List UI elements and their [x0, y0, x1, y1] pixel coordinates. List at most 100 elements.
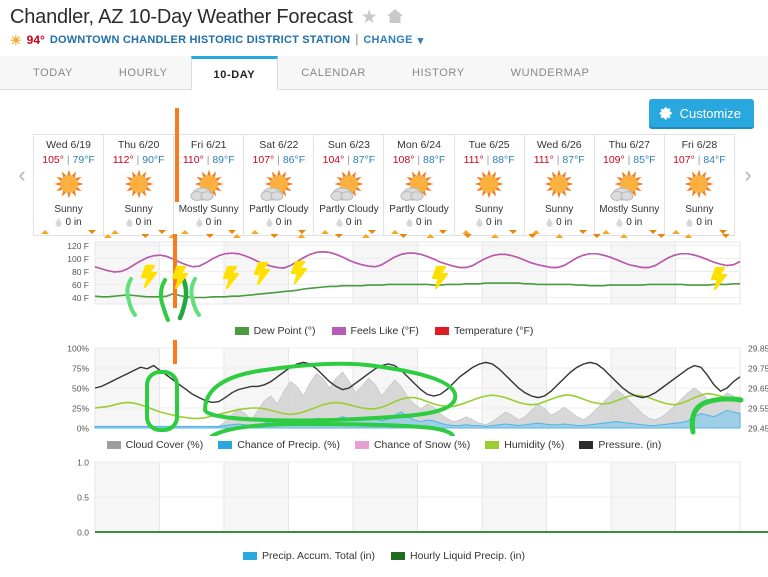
- legend-label: Humidity (%): [504, 439, 565, 451]
- temperature-chart-svg: 40 F 60 F 80 F 100 F 120 F: [67, 234, 741, 322]
- legend-item-feels-like[interactable]: Feels Like (°F): [331, 325, 419, 337]
- legend-item-cloud-cover[interactable]: Cloud Cover (%): [106, 439, 204, 451]
- tab-today[interactable]: TODAY: [10, 56, 96, 89]
- tab-history[interactable]: HISTORY: [389, 56, 488, 89]
- legend-item-precip-accum-total[interactable]: Precip. Accum. Total (in): [243, 550, 375, 562]
- change-station-link[interactable]: CHANGE: [363, 34, 412, 46]
- home-icon[interactable]: [386, 8, 404, 27]
- y-axis-tick-label: 25%: [72, 404, 89, 414]
- forecast-day-low: 79°F: [72, 154, 95, 166]
- legend-label: Chance of Snow (%): [373, 439, 471, 451]
- station-name[interactable]: DOWNTOWN CHANDLER HISTORIC DISTRICT STAT…: [50, 34, 351, 46]
- forecast-day-temps: 107° | 84°F: [673, 154, 726, 166]
- tab-label: 10-DAY: [213, 68, 256, 81]
- y-axis-tick-label: 0.5: [77, 493, 89, 503]
- star-icon[interactable]: ★: [361, 8, 378, 27]
- prev-days-arrow[interactable]: ‹: [10, 164, 34, 186]
- forecast-day-condition-icon: [540, 167, 578, 205]
- next-days-arrow[interactable]: ›: [736, 164, 760, 186]
- legend-item-pressure[interactable]: Pressure. (in): [579, 439, 661, 451]
- forecast-day-condition: Mostly Sunny: [178, 204, 239, 215]
- legend-item-chance-of-snow[interactable]: Chance of Snow (%): [354, 439, 471, 451]
- y-axis-tick-label: 0.0: [77, 528, 89, 538]
- raindrop-icon: [616, 218, 623, 227]
- forecast-day-precip-value: 0 in: [345, 217, 362, 228]
- legend-item-temperature[interactable]: Temperature (°F): [434, 325, 534, 337]
- y2-axis-tick-label: 29.85: [748, 344, 768, 354]
- forecast-day-high: 107°: [252, 154, 275, 166]
- chevron-down-icon[interactable]: ▾: [418, 34, 424, 47]
- forecast-day-condition: Sunny: [474, 204, 504, 215]
- legend-item-humidity[interactable]: Humidity (%): [485, 439, 564, 451]
- forecast-day-card[interactable]: Sun 6/23 104° | 87°F Partly Cloudy 0 in: [314, 135, 385, 235]
- customize-button[interactable]: Customize: [648, 99, 754, 127]
- humidity-pressure-chart-svg: 0% 25% 50% 75% 100% 29.45 29.55 29.65 29.75 29.85: [67, 340, 768, 436]
- forecast-day-date: Fri 6/28: [681, 139, 718, 151]
- forecast-day-precip-value: 0 in: [696, 217, 713, 228]
- legend-swatch: [331, 327, 346, 335]
- forecast-day-card[interactable]: Thu 6/27 109° | 85°F Mostly Sunny 0 in: [594, 135, 665, 235]
- forecast-day-card[interactable]: Sat 6/22 107° | 86°F Partly Cloudy 0 in: [244, 135, 315, 235]
- forecast-day-date: Wed 6/19: [46, 139, 91, 151]
- forecast-day-separator: |: [344, 154, 353, 166]
- forecast-day-condition: Mostly Sunny: [599, 204, 660, 215]
- raindrop-icon: [686, 218, 693, 227]
- forecast-day-precip: 0 in: [336, 217, 362, 228]
- cloud-sun-icon: [330, 169, 364, 201]
- tab-10-day[interactable]: 10-DAY: [190, 56, 279, 90]
- tab-wundermap[interactable]: WUNDERMAP: [488, 56, 613, 89]
- forecast-day-high: 107°: [673, 154, 695, 166]
- forecast-day-temps: 112° | 90°F: [113, 154, 165, 166]
- tab-hourly[interactable]: HOURLY: [96, 56, 191, 89]
- legend-label: Hourly Liquid Precip. (in): [410, 550, 525, 562]
- forecast-day-precip-value: 0 in: [275, 217, 292, 228]
- forecast-day-condition: Sunny: [545, 204, 574, 215]
- y-axis-tick-label: 0%: [77, 424, 90, 434]
- forecast-day-precip: 0 in: [616, 217, 642, 228]
- legend-label: Dew Point (°): [253, 325, 316, 337]
- forecast-day-high: 111°: [463, 154, 484, 166]
- forecast-day-precip-value: 0 in: [626, 217, 643, 228]
- humidity-pressure-chart[interactable]: 0% 25% 50% 75% 100% 29.45 29.55 29.65 29.75 29.85…: [0, 340, 768, 454]
- forecast-day-card[interactable]: Fri 6/28 107° | 84°F Sunny 0 in: [664, 135, 735, 235]
- forecast-day-precip: 0 in: [406, 217, 432, 228]
- forecast-day-high: 112°: [112, 154, 134, 166]
- legend-label: Temperature (°F): [453, 325, 534, 337]
- forecast-day-precip: 0 in: [476, 217, 502, 228]
- forecast-day-precip: 0 in: [546, 217, 572, 228]
- tab-calendar[interactable]: CALENDAR: [278, 56, 389, 89]
- forecast-day-separator: |: [274, 154, 283, 166]
- legend-swatch: [218, 441, 233, 449]
- forecast-day-card[interactable]: Thu 6/20 112° | 90°F Sunny 0 in: [104, 135, 175, 235]
- forecast-day-temps: 105° | 79°F: [42, 154, 95, 166]
- forecast-day-low: 84°F: [703, 154, 726, 166]
- forecast-day-card[interactable]: Wed 6/26 111° | 87°F Sunny 0 in: [524, 135, 595, 235]
- forecast-day-strip: ‹ › Wed 6/19 105° | 79°F Sunny 0 in Thu 6/20…: [0, 134, 768, 236]
- forecast-day-date: Thu 6/27: [608, 139, 651, 151]
- y-axis-tick-label: 40 F: [72, 293, 89, 303]
- station-row: ☀ 94° DOWNTOWN CHANDLER HISTORIC DISTRIC…: [10, 33, 768, 47]
- y-axis-tick-label: 120 F: [67, 241, 89, 251]
- legend-swatch: [234, 327, 249, 335]
- forecast-day-temps: 111° | 88°F: [464, 154, 515, 166]
- forecast-day-high: 109°: [603, 154, 625, 166]
- forecast-day-temps: 104° | 87°F: [323, 154, 376, 166]
- forecast-day-card[interactable]: Wed 6/19 105° | 79°F Sunny 0 in: [33, 135, 105, 235]
- legend-swatch: [243, 552, 257, 560]
- precipitation-chart-legend: Precip. Accum. Total (in) Hourly Liquid …: [0, 547, 768, 565]
- legend-item-chance-of-precip[interactable]: Chance of Precip. (%): [218, 439, 340, 451]
- legend-item-dew-point[interactable]: Dew Point (°): [234, 325, 316, 337]
- y-axis-tick-label: 1.0: [77, 458, 89, 468]
- forecast-day-date: Tue 6/25: [468, 139, 510, 151]
- forecast-day-card[interactable]: Tue 6/25 111° | 88°F Sunny 0 in: [454, 135, 525, 235]
- forecast-day-date: Wed 6/26: [536, 139, 582, 151]
- legend-label: Cloud Cover (%): [125, 439, 204, 451]
- forecast-day-condition-icon: [400, 167, 438, 205]
- precipitation-chart[interactable]: 0.0 0.5 1.0 Precip. Accum. Total (in) Hour…: [0, 454, 768, 565]
- forecast-day-card[interactable]: Fri 6/21 110° | 89°F Mostly Sunny 0 in: [174, 135, 245, 235]
- title-row: Chandler, AZ 10-Day Weather Forecast ★: [10, 6, 768, 29]
- forecast-day-card[interactable]: Mon 6/24 108° | 88°F Partly Cloudy 0 in: [384, 135, 455, 235]
- legend-item-hourly-liquid-precip[interactable]: Hourly Liquid Precip. (in): [391, 550, 525, 562]
- forecast-day-condition: Sunny: [685, 204, 714, 215]
- temperature-chart[interactable]: 40 F 60 F 80 F 100 F 120 F Dew Point (°) Fee…: [0, 234, 768, 340]
